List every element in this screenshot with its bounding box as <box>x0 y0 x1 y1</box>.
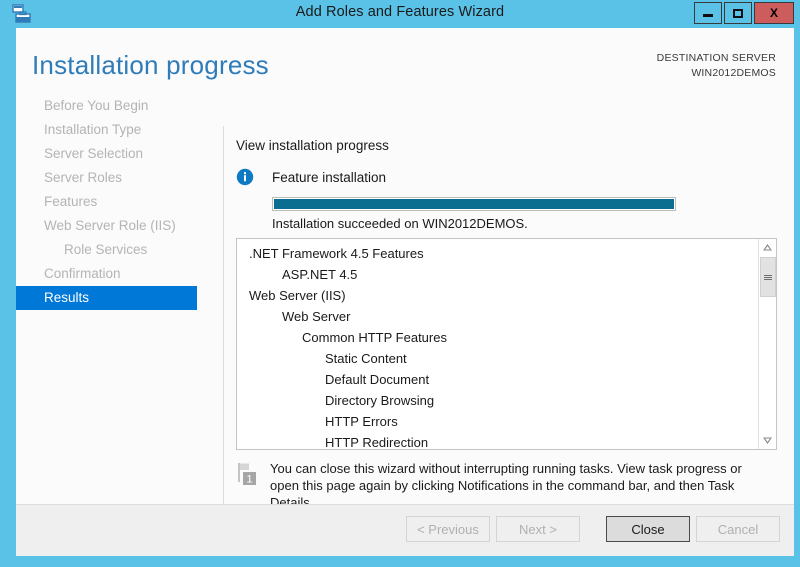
destination-server-block: DESTINATION SERVER WIN2012DEMOS <box>657 51 776 81</box>
cancel-button-label: Cancel <box>717 521 759 537</box>
maximize-button[interactable] <box>724 2 752 24</box>
notification-flag-icon: 1 <box>236 462 260 488</box>
previous-button-label: < Previous <box>417 521 479 537</box>
list-item[interactable]: ASP.NET 4.5 <box>237 264 758 285</box>
sidebar-item-web-server-role-iis[interactable]: Web Server Role (IIS) <box>16 214 197 238</box>
sidebar-item-before-you-begin[interactable]: Before You Begin <box>16 94 197 118</box>
sidebar-item-features[interactable]: Features <box>16 190 197 214</box>
list-item[interactable]: Static Content <box>237 348 758 369</box>
scroll-up-icon[interactable] <box>759 239 776 256</box>
scroll-down-icon[interactable] <box>759 432 776 449</box>
scrollbar-grip-line <box>764 276 772 278</box>
button-gap <box>580 516 606 542</box>
previous-button[interactable]: < Previous <box>406 516 490 542</box>
list-item[interactable]: Common HTTP Features <box>237 327 758 348</box>
close-button[interactable]: X <box>754 2 794 24</box>
list-item[interactable]: HTTP Redirection <box>237 432 758 449</box>
sidebar-item-results[interactable]: Results <box>16 286 197 310</box>
sidebar-item-installation-type[interactable]: Installation Type <box>16 118 197 142</box>
list-item[interactable]: .NET Framework 4.5 Features <box>237 243 758 264</box>
sidebar-item-server-roles[interactable]: Server Roles <box>16 166 197 190</box>
sidebar-item-server-selection[interactable]: Server Selection <box>16 142 197 166</box>
content-heading: View installation progress <box>236 138 389 153</box>
list-item[interactable]: Default Document <box>237 369 758 390</box>
feature-installation-label: Feature installation <box>272 169 387 185</box>
destination-server-value: WIN2012DEMOS <box>691 67 776 79</box>
window-title: Add Roles and Features Wizard <box>295 4 505 20</box>
next-button[interactable]: Next > <box>496 516 580 542</box>
page-header: Installation progress DESTINATION SERVER… <box>16 28 794 90</box>
list-item[interactable]: HTTP Errors <box>237 411 758 432</box>
page-title: Installation progress <box>32 50 269 80</box>
list-item[interactable]: Web Server (IIS) <box>237 285 758 306</box>
installed-features-listbox[interactable]: .NET Framework 4.5 Features ASP.NET 4.5 … <box>236 238 777 450</box>
scrollbar-grip-line <box>764 278 772 280</box>
close-wizard-button[interactable]: Close <box>606 516 690 542</box>
list-item[interactable]: Web Server <box>237 306 758 327</box>
sidebar-divider <box>223 126 224 544</box>
client-area: Installation progress DESTINATION SERVER… <box>16 28 794 556</box>
sidebar-item-role-services[interactable]: Role Services <box>16 238 197 262</box>
installation-status-text: Installation succeeded on WIN2012DEMOS. <box>272 216 528 231</box>
listbox-scrollbar[interactable] <box>758 239 776 449</box>
wizard-nav: Before You Begin Installation Type Serve… <box>16 94 207 310</box>
next-button-label: Next > <box>519 521 557 537</box>
destination-server-label: DESTINATION SERVER <box>656 52 776 64</box>
minimize-icon <box>703 14 713 17</box>
feature-installation-row: Feature installation <box>236 168 386 186</box>
maximize-icon <box>733 8 743 18</box>
title-bar[interactable]: Add Roles and Features Wizard X <box>0 0 800 28</box>
info-icon <box>236 168 254 186</box>
close-wizard-button-label: Close <box>631 521 665 537</box>
sidebar-item-confirmation[interactable]: Confirmation <box>16 262 197 286</box>
wizard-window: Add Roles and Features Wizard X Installa… <box>0 0 800 567</box>
scrollbar-thumb[interactable] <box>760 257 776 297</box>
list-item[interactable]: Directory Browsing <box>237 390 758 411</box>
scrollbar-grip-line <box>764 274 772 276</box>
wizard-buttons: < Previous Next > Close Cancel <box>406 516 780 542</box>
installation-progress-bar <box>272 197 676 211</box>
installation-progress-fill <box>274 199 674 209</box>
installed-features-list: .NET Framework 4.5 Features ASP.NET 4.5 … <box>237 239 758 449</box>
svg-text:1: 1 <box>246 473 252 485</box>
footer-bar: < Previous Next > Close Cancel <box>16 504 794 556</box>
window-controls: X <box>694 2 794 24</box>
minimize-button[interactable] <box>694 2 722 24</box>
cancel-button[interactable]: Cancel <box>696 516 780 542</box>
